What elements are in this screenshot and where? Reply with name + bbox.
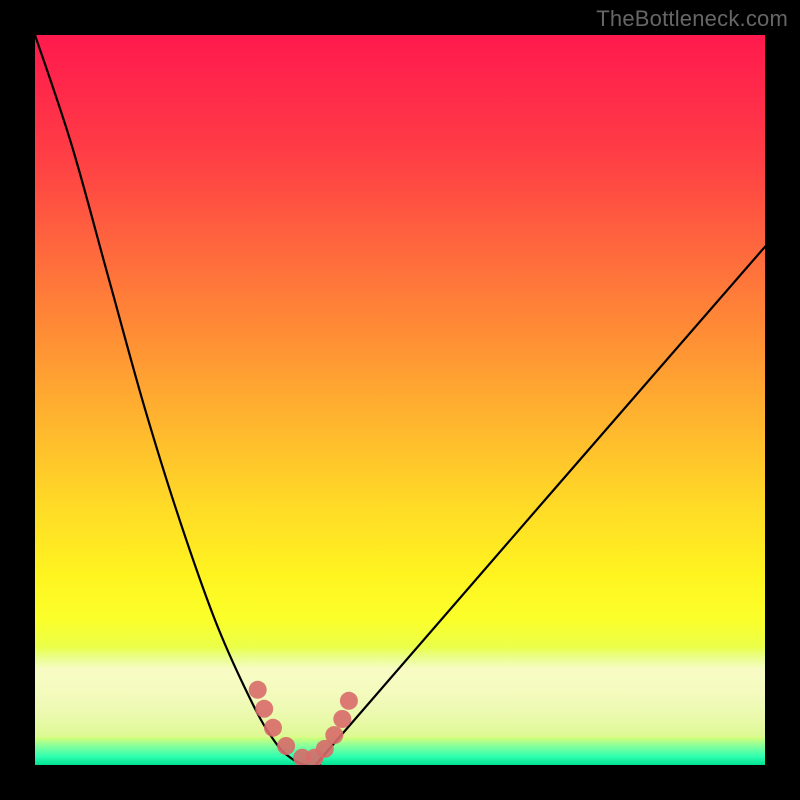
marker-dot bbox=[249, 681, 267, 699]
marker-dot bbox=[264, 719, 282, 737]
marker-dot bbox=[325, 726, 343, 744]
chart-svg bbox=[35, 35, 765, 765]
chart-frame: TheBottleneck.com bbox=[0, 0, 800, 800]
marker-dot bbox=[333, 710, 351, 728]
watermark-text: TheBottleneck.com bbox=[596, 6, 788, 32]
marker-dot bbox=[340, 692, 358, 710]
plot-area bbox=[35, 35, 765, 765]
marker-dot bbox=[255, 700, 273, 718]
bottleneck-curve-path bbox=[35, 35, 765, 765]
marker-group bbox=[249, 681, 358, 765]
marker-dot bbox=[277, 737, 295, 755]
